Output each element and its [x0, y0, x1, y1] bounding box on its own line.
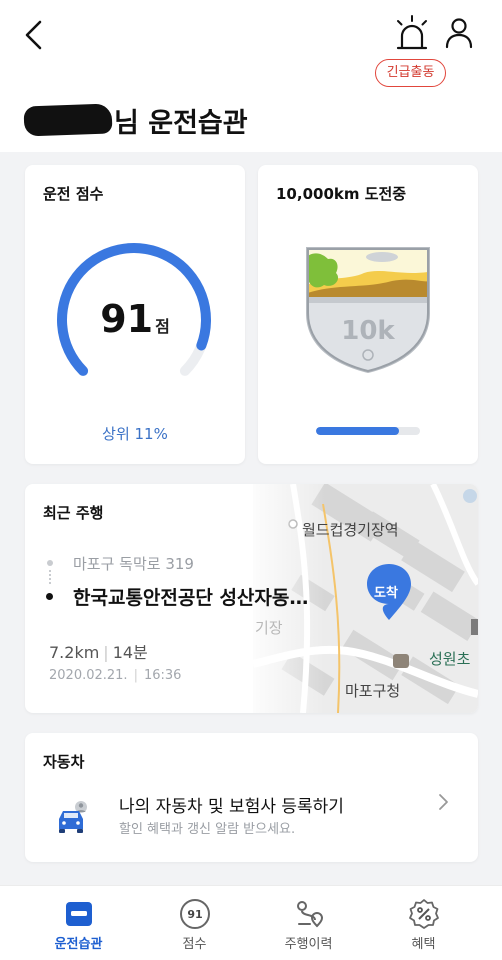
- car-card[interactable]: 자동차 나의 자동차 및 보험사 등록하기 할인 혜택과 갱신 알람 받으세요.: [25, 733, 478, 862]
- map-label-school: 성원초: [429, 650, 471, 668]
- score-card-title: 운전 점수: [43, 185, 104, 203]
- map-arrival-marker: 도착: [374, 586, 398, 601]
- challenge-progress-fill: [316, 427, 400, 435]
- score-rank: 상위 11%: [102, 425, 168, 443]
- badge-text: 10k: [341, 316, 395, 346]
- page-title-row: 님 운전습관: [23, 100, 248, 140]
- trip-time: 16:36: [143, 668, 182, 683]
- score-icon-badge: 91: [187, 908, 202, 921]
- trip-duration: 14분: [112, 643, 148, 662]
- register-car-link[interactable]: 나의 자동차 및 보험사 등록하기: [119, 792, 344, 817]
- chevron-right-icon[interactable]: [437, 793, 451, 811]
- challenge-card-title: 10,000km 도전중: [276, 185, 407, 203]
- trip-datetime: 2020.02.21. | 16:36: [49, 668, 182, 683]
- route-origin: 마포구 독막로 319: [73, 555, 194, 573]
- tab-label-driving-habit: 운전습관: [54, 937, 103, 952]
- score-value: 91 점: [25, 297, 245, 341]
- tab-score[interactable]: 91 점수: [132, 886, 257, 960]
- register-car-subtitle: 할인 혜택과 갱신 알람 받으세요.: [119, 822, 296, 837]
- trip-date: 2020.02.21.: [49, 668, 128, 683]
- page-title: 님 운전습관: [114, 107, 248, 139]
- map-label-station: 월드컵경기장역: [302, 521, 399, 539]
- challenge-badge-icon: 10k: [306, 247, 430, 373]
- driving-habit-icon: [66, 902, 92, 926]
- trip-distance: 7.2km: [49, 643, 100, 662]
- score-number: 91: [100, 297, 154, 341]
- benefit-icon: [409, 899, 439, 929]
- recent-trip-title: 최근 주행: [43, 504, 104, 522]
- route-end-dot: [46, 593, 53, 600]
- map-label-partial: 기장: [255, 619, 283, 637]
- redacted-username: [23, 103, 113, 137]
- distance-challenge-card[interactable]: 10,000km 도전중 10k: [258, 165, 478, 464]
- recent-trip-card[interactable]: 월드컵경기장역 도착 마포구청 성원초 기장 최근 주행 마포구 독막로 319…: [25, 484, 478, 713]
- user-profile-icon[interactable]: [444, 16, 474, 50]
- bottom-tab-bar: 운전습관 91 점수 주행이력 혜택: [0, 885, 502, 960]
- score-icon: 91: [180, 899, 210, 929]
- emergency-dispatch-button[interactable]: 긴급출동: [375, 59, 446, 87]
- route-history-icon: [297, 901, 324, 928]
- tab-label-benefit: 혜택: [411, 937, 436, 952]
- route-start-dot: [47, 560, 53, 566]
- driving-score-card[interactable]: 운전 점수 91 점 상위 11%: [25, 165, 245, 464]
- tab-label-score: 점수: [182, 937, 207, 952]
- back-arrow-icon[interactable]: [20, 18, 50, 52]
- tab-route-history[interactable]: 주행이력: [246, 886, 371, 960]
- siren-icon[interactable]: [392, 14, 432, 52]
- challenge-progress-bar: [316, 427, 420, 435]
- map-label-district: 마포구청: [345, 682, 401, 700]
- score-unit: 점: [155, 317, 170, 336]
- car-icon: [59, 801, 87, 833]
- route-destination: 한국교통안전공단 성산자동…: [73, 587, 309, 609]
- trip-stats: 7.2km | 14분: [49, 643, 148, 662]
- route-connector: [49, 570, 51, 586]
- tab-label-route-history: 주행이력: [284, 937, 333, 952]
- tab-driving-habit[interactable]: 운전습관: [16, 886, 141, 960]
- tab-benefit[interactable]: 혜택: [361, 886, 486, 960]
- car-card-title: 자동차: [43, 753, 85, 771]
